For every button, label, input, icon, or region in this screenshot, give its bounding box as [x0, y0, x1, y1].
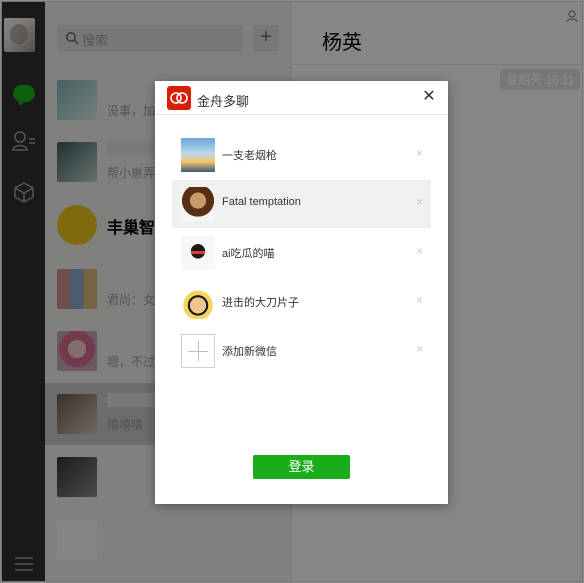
dialog-header: 金舟多聊 ✕ [155, 81, 448, 115]
avatar [181, 285, 215, 319]
avatar [181, 236, 215, 270]
remove-account-icon[interactable]: × [416, 342, 423, 356]
account-item[interactable]: 进击的大刀片子 × [172, 278, 431, 326]
close-icon[interactable]: ✕ [420, 88, 438, 106]
add-account-label: 添加新微信 [222, 346, 277, 358]
avatar [181, 138, 215, 172]
account-name: Fatal temptation [222, 196, 301, 208]
add-account-item[interactable]: 添加新微信 × [172, 327, 431, 375]
plus-icon [181, 334, 215, 368]
account-item[interactable]: 一支老烟枪 × [172, 131, 431, 179]
app-logo-icon [167, 86, 191, 110]
account-name: ai吃瓜的喵 [222, 248, 275, 260]
remove-account-icon[interactable]: × [416, 195, 423, 209]
dialog-title: 金舟多聊 [197, 94, 250, 109]
remove-account-icon[interactable]: × [416, 244, 423, 258]
multi-account-dialog: 金舟多聊 ✕ 一支老烟枪 × Fatal temptation × ai吃瓜的喵… [155, 81, 448, 504]
remove-account-icon[interactable]: × [416, 146, 423, 160]
remove-account-icon[interactable]: × [416, 293, 423, 307]
account-item[interactable]: ai吃瓜的喵 × [172, 229, 431, 277]
account-name: 进击的大刀片子 [222, 297, 299, 309]
account-name: 一支老烟枪 [222, 150, 277, 162]
login-button[interactable]: 登录 [253, 455, 350, 479]
avatar [181, 187, 215, 221]
account-item-selected[interactable]: Fatal temptation × [172, 180, 431, 228]
